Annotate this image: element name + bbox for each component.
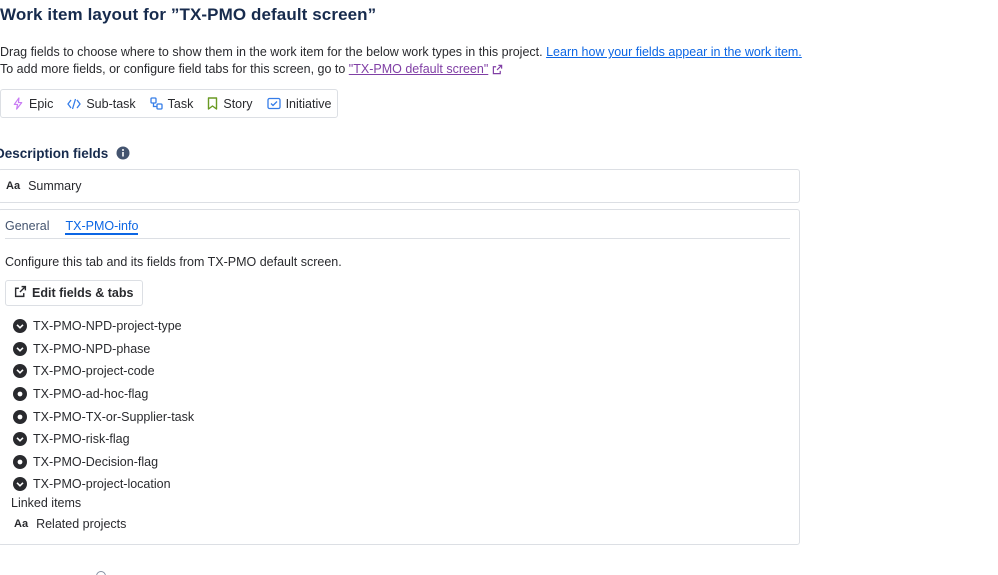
- list-item[interactable]: TX-PMO-project-code: [13, 360, 194, 383]
- screen-link[interactable]: "TX-PMO default screen": [349, 62, 488, 76]
- field-label: TX-PMO-project-location: [33, 477, 171, 492]
- code-icon: [67, 98, 82, 110]
- list-item[interactable]: TX-PMO-NPD-project-type: [13, 315, 194, 338]
- work-type-label: Task: [167, 96, 194, 111]
- field-label: TX-PMO-ad-hoc-flag: [33, 387, 149, 402]
- tab-tx-pmo-info[interactable]: TX-PMO-info: [65, 216, 139, 235]
- tab-general[interactable]: General: [5, 216, 49, 238]
- intro-line1: Drag fields to choose where to show them…: [0, 45, 547, 59]
- learn-more-link[interactable]: Learn how your fields appear in the work…: [546, 45, 802, 59]
- radio-icon: [13, 409, 27, 424]
- tab-config-text: Configure this tab and its fields from T…: [5, 255, 342, 269]
- work-item-layout-page: Work item layout for ”TX-PMO default scr…: [0, 0, 998, 575]
- external-link-icon: [14, 285, 27, 301]
- field-label: TX-PMO-NPD-phase: [33, 341, 151, 356]
- work-type-task[interactable]: Task: [150, 96, 194, 111]
- intro-line2: To add more fields, or configure field t…: [0, 61, 349, 76]
- edit-fields-tabs-button[interactable]: Edit fields & tabs: [5, 280, 144, 306]
- list-item[interactable]: TX-PMO-NPD-phase: [13, 338, 194, 361]
- radio-icon: [13, 454, 27, 469]
- summary-label: Summary: [28, 179, 82, 193]
- field-label: TX-PMO-project-code: [33, 364, 155, 379]
- work-type-initiative[interactable]: Initiative: [266, 96, 332, 111]
- description-fields-title: Description fields: [0, 146, 109, 161]
- work-type-sub-task[interactable]: Sub-task: [67, 96, 136, 111]
- list-item[interactable]: TX-PMO-ad-hoc-flag: [13, 383, 194, 406]
- list-item[interactable]: TX-PMO-Decision-flag: [13, 451, 194, 474]
- text-field-icon: Aa: [14, 518, 29, 530]
- intro-text: Drag fields to choose where to show them…: [0, 44, 960, 79]
- external-link-icon[interactable]: [492, 63, 503, 80]
- field-label: TX-PMO-TX-or-Supplier-task: [33, 409, 195, 424]
- lightning-icon: [12, 97, 24, 110]
- list-item[interactable]: TX-PMO-project-location: [13, 473, 194, 496]
- partial-icon: [96, 571, 106, 575]
- linked-items-label: Linked items: [11, 496, 82, 510]
- field-list: TX-PMO-NPD-project-type TX-PMO-NPD-phase…: [13, 315, 194, 496]
- field-label: TX-PMO-NPD-project-type: [33, 319, 182, 334]
- work-type-story[interactable]: Story: [207, 96, 253, 111]
- checkbox-icon: [266, 97, 281, 110]
- dropdown-icon: [13, 364, 27, 379]
- text-field-icon: Aa: [6, 180, 21, 192]
- work-type-label: Initiative: [285, 96, 332, 111]
- bookmark-icon: [207, 97, 218, 110]
- dropdown-icon: [13, 319, 27, 334]
- dropdown-icon: [13, 477, 27, 492]
- page-title: Work item layout for ”TX-PMO default scr…: [0, 5, 377, 24]
- list-item[interactable]: TX-PMO-TX-or-Supplier-task: [13, 405, 194, 428]
- dropdown-icon: [13, 432, 27, 447]
- work-types-bar: Epic Sub-task Task Story Initiative: [0, 89, 338, 118]
- summary-field-row[interactable]: Aa Summary: [0, 169, 800, 203]
- work-type-label: Epic: [29, 96, 54, 111]
- field-label: TX-PMO-Decision-flag: [33, 454, 159, 469]
- work-type-label: Story: [223, 96, 253, 111]
- related-projects-row[interactable]: Aa Related projects: [14, 517, 126, 531]
- work-type-label: Sub-task: [86, 96, 136, 111]
- related-projects-label: Related projects: [36, 517, 127, 531]
- field-label: TX-PMO-risk-flag: [33, 432, 130, 447]
- tab-list: General TX-PMO-info: [5, 216, 790, 239]
- edit-button-label: Edit fields & tabs: [32, 286, 134, 300]
- info-icon[interactable]: [116, 146, 130, 165]
- work-type-epic[interactable]: Epic: [12, 97, 53, 111]
- list-item[interactable]: TX-PMO-risk-flag: [13, 428, 194, 451]
- subtask-icon: [150, 97, 163, 110]
- tab-panel: General TX-PMO-info Configure this tab a…: [0, 209, 800, 545]
- radio-icon: [13, 387, 27, 402]
- dropdown-icon: [13, 341, 27, 356]
